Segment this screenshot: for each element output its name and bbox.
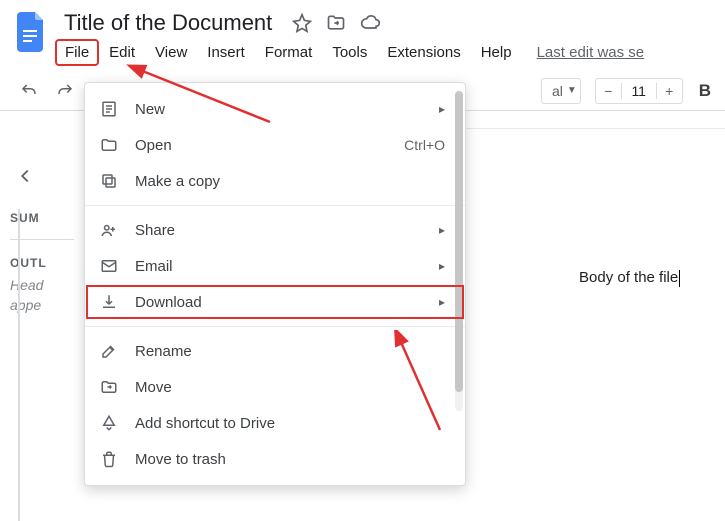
file-menu-new[interactable]: New ▸ [85,91,465,127]
move-to-folder-icon[interactable] [326,13,346,33]
star-icon[interactable] [292,13,312,33]
menu-format[interactable]: Format [256,40,322,65]
menu-insert[interactable]: Insert [198,40,254,65]
font-family-select[interactable]: al ▼ [541,78,581,104]
trash-icon [99,450,119,468]
font-size-increase[interactable]: + [656,83,682,99]
last-edit-link[interactable]: Last edit was se [537,44,645,61]
menu-edit[interactable]: Edit [100,40,144,65]
menu-tools[interactable]: Tools [323,40,376,65]
outline-sidebar: SUM OUTL Head appe [0,129,84,521]
file-menu-download-label: Download [135,294,423,311]
drive-shortcut-icon [99,414,119,432]
file-menu-rename[interactable]: Rename [85,333,465,369]
folder-icon [99,136,119,154]
submenu-arrow-icon: ▸ [439,223,445,237]
menu-help[interactable]: Help [472,40,521,65]
file-menu-download[interactable]: Download ▸ [85,284,465,320]
redo-button[interactable] [50,76,80,106]
file-menu-rename-label: Rename [135,343,445,360]
cloud-status-icon[interactable] [360,13,382,33]
font-size-decrease[interactable]: − [596,83,622,99]
document-body-text[interactable]: Body of the file [579,269,680,286]
file-menu-dropdown: New ▸ Open Ctrl+O Make a copy Share ▸ Em… [84,82,466,486]
collapse-sidebar-button[interactable] [14,165,74,187]
submenu-arrow-icon: ▸ [439,259,445,273]
submenu-arrow-icon: ▸ [439,295,445,309]
file-menu-make-copy-label: Make a copy [135,173,445,190]
share-icon [99,221,119,239]
copy-icon [99,172,119,190]
submenu-arrow-icon: ▸ [439,102,445,116]
file-menu-open-shortcut: Ctrl+O [404,137,445,153]
chevron-down-icon: ▼ [567,85,577,96]
file-menu-email[interactable]: Email ▸ [85,248,465,284]
rename-icon [99,342,119,360]
document-title[interactable]: Title of the Document [58,8,278,38]
file-menu-add-shortcut[interactable]: Add shortcut to Drive [85,405,465,441]
menu-extensions[interactable]: Extensions [378,40,469,65]
file-menu-open[interactable]: Open Ctrl+O [85,127,465,163]
document-page[interactable]: Body of the file [484,169,700,307]
email-icon [99,257,119,275]
docs-logo[interactable] [14,8,50,56]
menu-view[interactable]: View [146,40,196,65]
file-menu-add-shortcut-label: Add shortcut to Drive [135,415,445,432]
font-size-control: − 11 + [595,78,683,104]
file-menu-make-copy[interactable]: Make a copy [85,163,465,199]
font-size-value[interactable]: 11 [622,83,656,99]
file-menu-email-label: Email [135,258,423,275]
bold-button[interactable]: B [699,81,711,101]
sidebar-divider [18,209,20,521]
move-icon [99,378,119,396]
file-menu-move-to-trash[interactable]: Move to trash [85,441,465,477]
new-doc-icon [99,100,119,118]
file-menu-new-label: New [135,101,423,118]
download-icon [99,293,119,311]
menu-file[interactable]: File [56,40,98,65]
ruler[interactable] [430,111,725,129]
undo-button[interactable] [14,76,44,106]
file-menu-move[interactable]: Move [85,369,465,405]
menubar: File Edit View Insert Format Tools Exten… [56,40,711,65]
font-family-tail: al [552,83,563,99]
file-menu-share[interactable]: Share ▸ [85,212,465,248]
file-menu-move-label: Move [135,379,445,396]
file-menu-trash-label: Move to trash [135,451,445,468]
file-menu-open-label: Open [135,137,388,154]
file-menu-share-label: Share [135,222,423,239]
